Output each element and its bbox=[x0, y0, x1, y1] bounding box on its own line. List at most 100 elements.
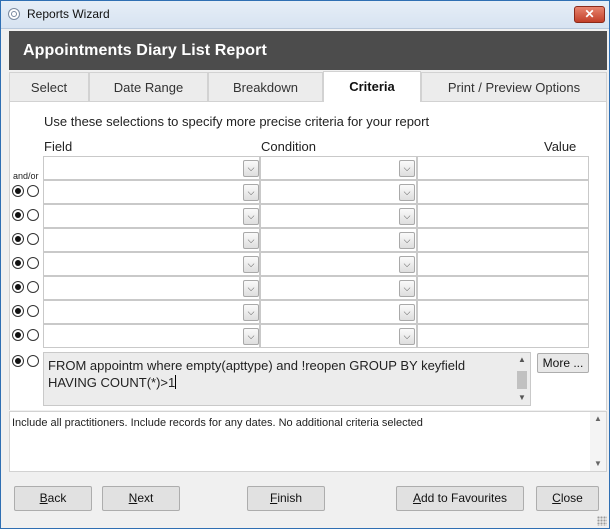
and-radio[interactable] bbox=[12, 257, 24, 269]
value-input[interactable] bbox=[417, 252, 589, 276]
back-mnemonic: B bbox=[39, 491, 48, 505]
scroll-up-icon[interactable]: ▲ bbox=[515, 354, 529, 366]
chevron-down-icon[interactable]: ⌵ bbox=[243, 160, 259, 177]
tab-select[interactable]: Select bbox=[9, 72, 89, 102]
sql-criteria-textarea[interactable]: FROM appointm where empty(apttype) and !… bbox=[43, 352, 531, 406]
field-dropdown[interactable]: ⌵ bbox=[43, 156, 260, 180]
chevron-down-icon[interactable]: ⌵ bbox=[243, 256, 259, 273]
tab-date-range[interactable]: Date Range bbox=[89, 72, 208, 102]
or-radio[interactable] bbox=[27, 305, 39, 317]
condition-dropdown[interactable]: ⌵ bbox=[260, 156, 417, 180]
condition-dropdown[interactable]: ⌵ bbox=[260, 228, 417, 252]
chevron-down-icon[interactable]: ⌵ bbox=[243, 328, 259, 345]
chevron-down-icon[interactable]: ⌵ bbox=[243, 280, 259, 297]
scroll-up-icon[interactable]: ▲ bbox=[590, 412, 606, 426]
chevron-down-icon[interactable]: ⌵ bbox=[399, 280, 415, 297]
field-dropdown[interactable]: ⌵ bbox=[43, 276, 260, 300]
or-radio[interactable] bbox=[27, 185, 39, 197]
condition-column-header: Condition bbox=[261, 139, 316, 154]
criteria-row: ⌵ ⌵ bbox=[10, 252, 590, 276]
criteria-row: ⌵ ⌵ bbox=[10, 156, 590, 180]
chevron-down-icon[interactable]: ⌵ bbox=[399, 328, 415, 345]
field-dropdown[interactable]: ⌵ bbox=[43, 180, 260, 204]
chevron-down-icon[interactable]: ⌵ bbox=[243, 208, 259, 225]
tab-criteria[interactable]: Criteria bbox=[323, 71, 421, 103]
criteria-row: ⌵ ⌵ bbox=[10, 228, 590, 252]
condition-dropdown[interactable]: ⌵ bbox=[260, 276, 417, 300]
value-input[interactable] bbox=[417, 300, 589, 324]
more-button[interactable]: More ... bbox=[537, 353, 589, 373]
or-radio[interactable] bbox=[27, 233, 39, 245]
field-dropdown[interactable]: ⌵ bbox=[43, 228, 260, 252]
app-icon bbox=[8, 8, 20, 20]
and-radio[interactable] bbox=[12, 355, 24, 367]
or-radio[interactable] bbox=[27, 209, 39, 221]
value-input[interactable] bbox=[417, 156, 589, 180]
criteria-intro: Use these selections to specify more pre… bbox=[44, 114, 430, 129]
finish-button[interactable]: Finish bbox=[247, 486, 325, 511]
chevron-down-icon[interactable]: ⌵ bbox=[399, 256, 415, 273]
add-to-favourites-button[interactable]: Add to Favourites bbox=[396, 486, 524, 511]
value-column-header: Value bbox=[544, 139, 577, 154]
and-radio[interactable] bbox=[12, 329, 24, 341]
chevron-down-icon[interactable]: ⌵ bbox=[399, 160, 415, 177]
condition-dropdown[interactable]: ⌵ bbox=[260, 300, 417, 324]
favourites-label: dd to Favourites bbox=[420, 491, 508, 505]
text-caret bbox=[175, 375, 177, 389]
chevron-down-icon[interactable]: ⌵ bbox=[243, 184, 259, 201]
chevron-down-icon[interactable]: ⌵ bbox=[399, 208, 415, 225]
condition-dropdown[interactable]: ⌵ bbox=[260, 324, 417, 348]
and-radio[interactable] bbox=[12, 185, 24, 197]
chevron-down-icon[interactable]: ⌵ bbox=[399, 304, 415, 321]
and-radio[interactable] bbox=[12, 233, 24, 245]
back-button[interactable]: Back bbox=[14, 486, 92, 511]
chevron-down-icon[interactable]: ⌵ bbox=[399, 232, 415, 249]
chevron-down-icon[interactable]: ⌵ bbox=[399, 184, 415, 201]
condition-dropdown[interactable]: ⌵ bbox=[260, 252, 417, 276]
criteria-row: ⌵ ⌵ bbox=[10, 276, 590, 300]
value-input[interactable] bbox=[417, 276, 589, 300]
criteria-row: ⌵ ⌵ bbox=[10, 324, 590, 348]
and-radio[interactable] bbox=[12, 281, 24, 293]
value-input[interactable] bbox=[417, 228, 589, 252]
summary-scrollbar[interactable]: ▲ ▼ bbox=[590, 412, 606, 471]
tab-print-preview-options[interactable]: Print / Preview Options bbox=[421, 72, 607, 102]
field-dropdown[interactable]: ⌵ bbox=[43, 324, 260, 348]
condition-dropdown[interactable]: ⌵ bbox=[260, 204, 417, 228]
value-input[interactable] bbox=[417, 180, 589, 204]
field-dropdown[interactable]: ⌵ bbox=[43, 300, 260, 324]
or-radio[interactable] bbox=[27, 329, 39, 341]
title-bar[interactable]: Reports Wizard ✕ bbox=[1, 1, 609, 29]
resize-grip-icon[interactable] bbox=[597, 516, 607, 526]
or-radio[interactable] bbox=[27, 355, 39, 367]
summary-text: Include all practitioners. Include recor… bbox=[12, 417, 423, 429]
or-radio[interactable] bbox=[27, 281, 39, 293]
chevron-down-icon[interactable]: ⌵ bbox=[243, 304, 259, 321]
sql-scrollbar[interactable]: ▲ ▼ bbox=[515, 354, 529, 404]
window-close-button[interactable]: ✕ bbox=[574, 6, 605, 23]
scroll-thumb[interactable] bbox=[517, 371, 527, 389]
report-header: Appointments Diary List Report bbox=[9, 31, 607, 70]
or-radio[interactable] bbox=[27, 257, 39, 269]
criteria-panel: Use these selections to specify more pre… bbox=[9, 102, 607, 410]
value-input[interactable] bbox=[417, 324, 589, 348]
and-radio[interactable] bbox=[12, 305, 24, 317]
and-radio[interactable] bbox=[12, 209, 24, 221]
close-icon: ✕ bbox=[584, 7, 595, 21]
finish-label: inish bbox=[277, 491, 303, 505]
scroll-down-icon[interactable]: ▼ bbox=[515, 392, 529, 404]
report-title: Appointments Diary List Report bbox=[23, 42, 267, 59]
chevron-down-icon[interactable]: ⌵ bbox=[243, 232, 259, 249]
field-dropdown[interactable]: ⌵ bbox=[43, 252, 260, 276]
field-dropdown[interactable]: ⌵ bbox=[43, 204, 260, 228]
condition-dropdown[interactable]: ⌵ bbox=[260, 180, 417, 204]
back-label: ack bbox=[47, 491, 67, 505]
criteria-row: ⌵ ⌵ bbox=[10, 180, 590, 204]
next-button[interactable]: Next bbox=[102, 486, 180, 511]
field-column-header: Field bbox=[44, 139, 73, 154]
value-input[interactable] bbox=[417, 204, 589, 228]
close-button[interactable]: Close bbox=[536, 486, 599, 511]
scroll-down-icon[interactable]: ▼ bbox=[590, 457, 606, 471]
close-label: lose bbox=[560, 491, 583, 505]
tab-breakdown[interactable]: Breakdown bbox=[208, 72, 323, 102]
